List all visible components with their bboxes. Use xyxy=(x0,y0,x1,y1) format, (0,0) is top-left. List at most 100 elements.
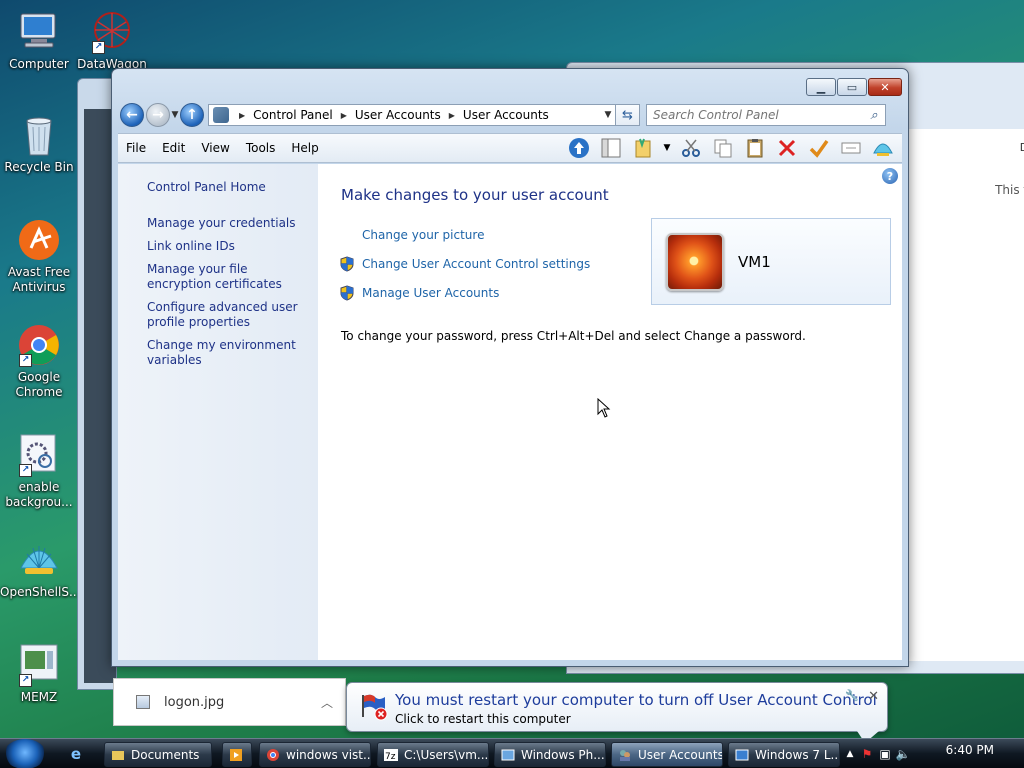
close-button[interactable]: ✕ xyxy=(868,78,902,96)
shortcut-arrow-icon: ↗ xyxy=(19,674,32,687)
column-header: Da xyxy=(1020,141,1024,154)
address-bar[interactable]: ▶ Control Panel ▶ User Accounts ▶ User A… xyxy=(208,104,616,126)
search-input[interactable] xyxy=(653,108,861,122)
breadcrumb-separator[interactable]: ▶ xyxy=(337,111,351,120)
breadcrumb-user-accounts-current[interactable]: User Accounts xyxy=(459,108,553,122)
manage-credentials-link[interactable]: Manage your credentials xyxy=(147,216,307,231)
change-picture-link[interactable]: Change your picture xyxy=(340,220,590,249)
folders-pane-icon[interactable] xyxy=(598,136,624,160)
taskbar-button-documents[interactable]: Documents xyxy=(104,742,212,767)
folder-options-icon[interactable] xyxy=(630,136,656,160)
system-tray: ▲ ⚑ ▣ 🔈 xyxy=(842,743,1024,765)
folder-icon xyxy=(112,750,124,760)
recycle-bin-icon xyxy=(17,113,61,157)
refresh-button[interactable]: ⇆ xyxy=(616,104,640,126)
menu-file[interactable]: File xyxy=(118,141,154,155)
environment-variables-link[interactable]: Change my environment variables xyxy=(147,338,307,368)
settings-icon: ↗ xyxy=(17,433,61,477)
taskbar-button-chrome[interactable]: windows vist... xyxy=(259,742,371,767)
help-icon[interactable]: ? xyxy=(882,168,898,184)
search-box[interactable]: ⌕ xyxy=(646,104,886,126)
change-uac-settings-link[interactable]: Change User Account Control settings xyxy=(340,249,590,278)
task-label: Change User Account Control settings xyxy=(362,256,591,271)
copy-icon[interactable] xyxy=(710,136,736,160)
recent-pages-dropdown[interactable]: ▼ xyxy=(170,110,180,120)
minimize-button[interactable]: ▁ xyxy=(806,78,836,96)
up-folder-icon[interactable] xyxy=(566,136,592,160)
page-title: Make changes to your user account xyxy=(341,186,609,204)
forward-button[interactable]: → xyxy=(146,103,170,127)
desktop-icon-datawagon[interactable]: ↗ DataWagon xyxy=(73,10,151,72)
download-item[interactable]: logon.jpg ︿ xyxy=(113,678,346,726)
volume-icon[interactable]: 🔈 xyxy=(894,747,912,761)
taskbar-button-windows-photo[interactable]: Windows Ph... xyxy=(494,742,606,767)
desktop-icon-memz[interactable]: ↗ MEMZ xyxy=(0,643,78,705)
taskbar-button-user-accounts[interactable]: User Accounts xyxy=(611,742,723,767)
content-area: Control Panel Home Manage your credentia… xyxy=(118,164,902,660)
up-button[interactable]: ↑ xyxy=(180,103,204,127)
internet-explorer-icon[interactable]: e xyxy=(66,744,86,764)
user-account-card: VM1 xyxy=(651,218,891,305)
taskbar-button-7zip[interactable]: 7z C:\Users\vm... xyxy=(377,742,489,767)
action-center-flag-icon xyxy=(362,694,388,721)
link-online-ids-link[interactable]: Link online IDs xyxy=(147,239,307,254)
paste-icon[interactable] xyxy=(742,136,768,160)
maximize-button[interactable]: ▭ xyxy=(837,78,867,96)
rename-icon[interactable] xyxy=(838,136,864,160)
desktop-icon-recycle-bin[interactable]: Recycle Bin xyxy=(0,113,78,175)
back-button[interactable]: ← xyxy=(120,103,144,127)
user-picture[interactable] xyxy=(666,233,724,291)
user-accounts-window[interactable]: ▁ ▭ ✕ ← → ▼ ↑ ▶ Control Panel ▶ User Acc… xyxy=(111,68,909,667)
background-window-content: Da This fo xyxy=(907,129,1024,661)
desktop-icon-chrome[interactable]: ↗ Google Chrome xyxy=(0,323,78,400)
menu-view[interactable]: View xyxy=(193,141,237,155)
breadcrumb-separator[interactable]: ▶ xyxy=(445,111,459,120)
close-icon[interactable]: ✕ xyxy=(868,689,879,704)
notification-title[interactable]: You must restart your computer to turn o… xyxy=(395,691,877,709)
desktop-icon-label: Avast Free Antivirus xyxy=(7,265,71,294)
desktop-icon-label: Google Chrome xyxy=(15,370,63,399)
network-icon[interactable]: ▣ xyxy=(876,747,894,761)
control-panel-home-link[interactable]: Control Panel Home xyxy=(147,180,318,195)
delete-icon[interactable] xyxy=(774,136,800,160)
uac-shield-icon xyxy=(340,284,354,301)
openshell-icon xyxy=(17,538,61,582)
start-button[interactable] xyxy=(4,739,46,768)
manage-file-encryption-link[interactable]: Manage your file encryption certificates xyxy=(147,262,307,292)
address-dropdown-icon[interactable]: ▼ xyxy=(601,110,615,120)
desktop-icon-label: MEMZ xyxy=(20,690,58,704)
window-icon xyxy=(735,749,749,760)
svg-text:7z: 7z xyxy=(385,752,396,762)
wrench-icon[interactable]: 🔧 xyxy=(845,689,859,702)
breadcrumb-separator[interactable]: ▶ xyxy=(235,111,249,120)
notification-subtitle[interactable]: Click to restart this computer xyxy=(395,712,571,726)
action-center-flag-icon[interactable]: ⚑ xyxy=(858,747,876,761)
taskbar-button-media[interactable] xyxy=(222,742,252,767)
computer-icon xyxy=(17,10,61,54)
taskbar-button-windows7[interactable]: Windows 7 L... xyxy=(728,742,840,767)
openshell-toolbar-icon[interactable] xyxy=(870,136,896,160)
desktop-icon-computer[interactable]: Computer xyxy=(0,10,78,72)
desktop-icon-avast[interactable]: Avast Free Antivirus xyxy=(0,218,78,295)
breadcrumb-control-panel[interactable]: Control Panel xyxy=(249,108,337,122)
folder-options-dropdown-icon[interactable]: ▼ xyxy=(662,136,672,160)
desktop-icon-enable-background[interactable]: ↗ enable backgrou... xyxy=(0,433,78,510)
photo-viewer-icon xyxy=(501,749,515,760)
menu-tools[interactable]: Tools xyxy=(238,141,284,155)
properties-check-icon[interactable] xyxy=(806,136,832,160)
user-name: VM1 xyxy=(738,253,771,271)
menu-help[interactable]: Help xyxy=(283,141,326,155)
breadcrumb-user-accounts[interactable]: User Accounts xyxy=(351,108,445,122)
manage-user-accounts-link[interactable]: Manage User Accounts xyxy=(340,278,590,307)
chevron-up-icon[interactable]: ︿ xyxy=(321,694,333,711)
cut-icon[interactable] xyxy=(678,136,704,160)
menu-edit[interactable]: Edit xyxy=(154,141,193,155)
desktop-icon-openshell[interactable]: OpenShellS... xyxy=(0,538,80,600)
7zip-icon: 7z xyxy=(384,748,398,762)
task-list: Change your picture Change User Account … xyxy=(340,220,590,307)
notification-balloon[interactable]: You must restart your computer to turn o… xyxy=(346,682,888,743)
clock[interactable]: 6:40 PM xyxy=(946,743,994,757)
search-icon[interactable]: ⌕ xyxy=(863,108,885,123)
show-hidden-icons-icon[interactable]: ▲ xyxy=(842,749,858,759)
advanced-profile-properties-link[interactable]: Configure advanced user profile properti… xyxy=(147,300,307,330)
